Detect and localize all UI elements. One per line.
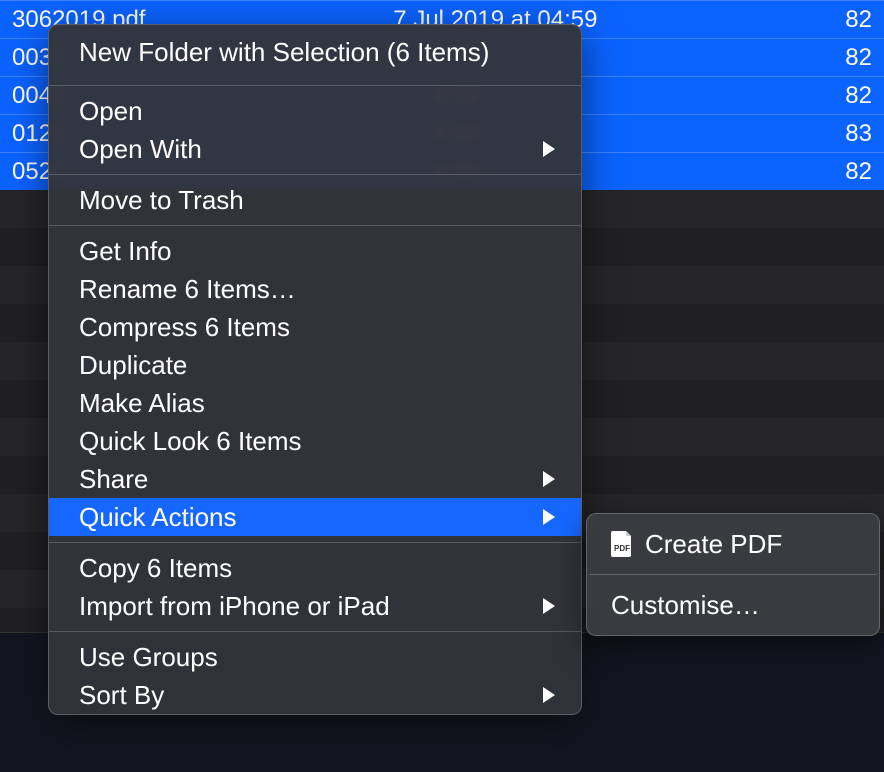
menu-rename[interactable]: Rename 6 Items… bbox=[49, 270, 581, 308]
menu-label: Open bbox=[79, 96, 143, 127]
menu-label: Quick Look 6 Items bbox=[79, 426, 302, 457]
menu-get-info[interactable]: Get Info bbox=[49, 232, 581, 270]
file-size: 82 bbox=[845, 158, 872, 186]
chevron-right-icon bbox=[543, 141, 555, 157]
menu-label: Get Info bbox=[79, 236, 172, 267]
chevron-right-icon bbox=[543, 687, 555, 703]
menu-duplicate[interactable]: Duplicate bbox=[49, 346, 581, 384]
menu-make-alias[interactable]: Make Alias bbox=[49, 384, 581, 422]
menu-label: New Folder with Selection (6 Items) bbox=[79, 37, 489, 68]
menu-open[interactable]: Open bbox=[49, 92, 581, 130]
menu-separator bbox=[49, 225, 581, 226]
file-size: 83 bbox=[845, 120, 872, 148]
submenu-label: Create PDF bbox=[645, 529, 782, 560]
menu-move-to-trash[interactable]: Move to Trash bbox=[49, 181, 581, 219]
svg-text:PDF: PDF bbox=[614, 544, 630, 553]
chevron-right-icon bbox=[543, 598, 555, 614]
menu-label: Quick Actions bbox=[79, 502, 237, 533]
menu-compress[interactable]: Compress 6 Items bbox=[49, 308, 581, 346]
quick-actions-submenu: PDF Create PDF Customise… bbox=[586, 513, 880, 636]
menu-label: Sort By bbox=[79, 680, 164, 711]
chevron-right-icon bbox=[543, 509, 555, 525]
context-menu: New Folder with Selection (6 Items) Open… bbox=[48, 24, 582, 715]
menu-import[interactable]: Import from iPhone or iPad bbox=[49, 587, 581, 625]
menu-label: Duplicate bbox=[79, 350, 187, 381]
menu-quick-look[interactable]: Quick Look 6 Items bbox=[49, 422, 581, 460]
menu-share[interactable]: Share bbox=[49, 460, 581, 498]
file-size: 82 bbox=[845, 6, 872, 34]
menu-label: Share bbox=[79, 464, 148, 495]
menu-separator bbox=[49, 174, 581, 175]
menu-quick-actions[interactable]: Quick Actions bbox=[49, 498, 581, 536]
menu-separator bbox=[49, 631, 581, 632]
pdf-icon: PDF bbox=[611, 531, 633, 557]
submenu-customise[interactable]: Customise… bbox=[587, 581, 879, 629]
menu-separator bbox=[49, 85, 581, 86]
menu-copy[interactable]: Copy 6 Items bbox=[49, 549, 581, 587]
menu-label: Copy 6 Items bbox=[79, 553, 232, 584]
menu-open-with[interactable]: Open With bbox=[49, 130, 581, 168]
menu-sort-by[interactable]: Sort By bbox=[49, 676, 581, 714]
file-size: 82 bbox=[845, 44, 872, 72]
menu-label: Rename 6 Items… bbox=[79, 274, 296, 305]
submenu-create-pdf[interactable]: PDF Create PDF bbox=[587, 520, 879, 568]
chevron-right-icon bbox=[543, 471, 555, 487]
menu-label: Move to Trash bbox=[79, 185, 244, 216]
submenu-label: Customise… bbox=[611, 590, 760, 621]
menu-separator bbox=[49, 542, 581, 543]
menu-new-folder[interactable]: New Folder with Selection (6 Items) bbox=[49, 25, 581, 79]
menu-label: Open With bbox=[79, 134, 202, 165]
menu-use-groups[interactable]: Use Groups bbox=[49, 638, 581, 676]
menu-label: Make Alias bbox=[79, 388, 205, 419]
file-size: 82 bbox=[845, 82, 872, 110]
menu-label: Use Groups bbox=[79, 642, 218, 673]
menu-label: Import from iPhone or iPad bbox=[79, 591, 390, 622]
menu-separator bbox=[589, 574, 877, 575]
menu-label: Compress 6 Items bbox=[79, 312, 290, 343]
